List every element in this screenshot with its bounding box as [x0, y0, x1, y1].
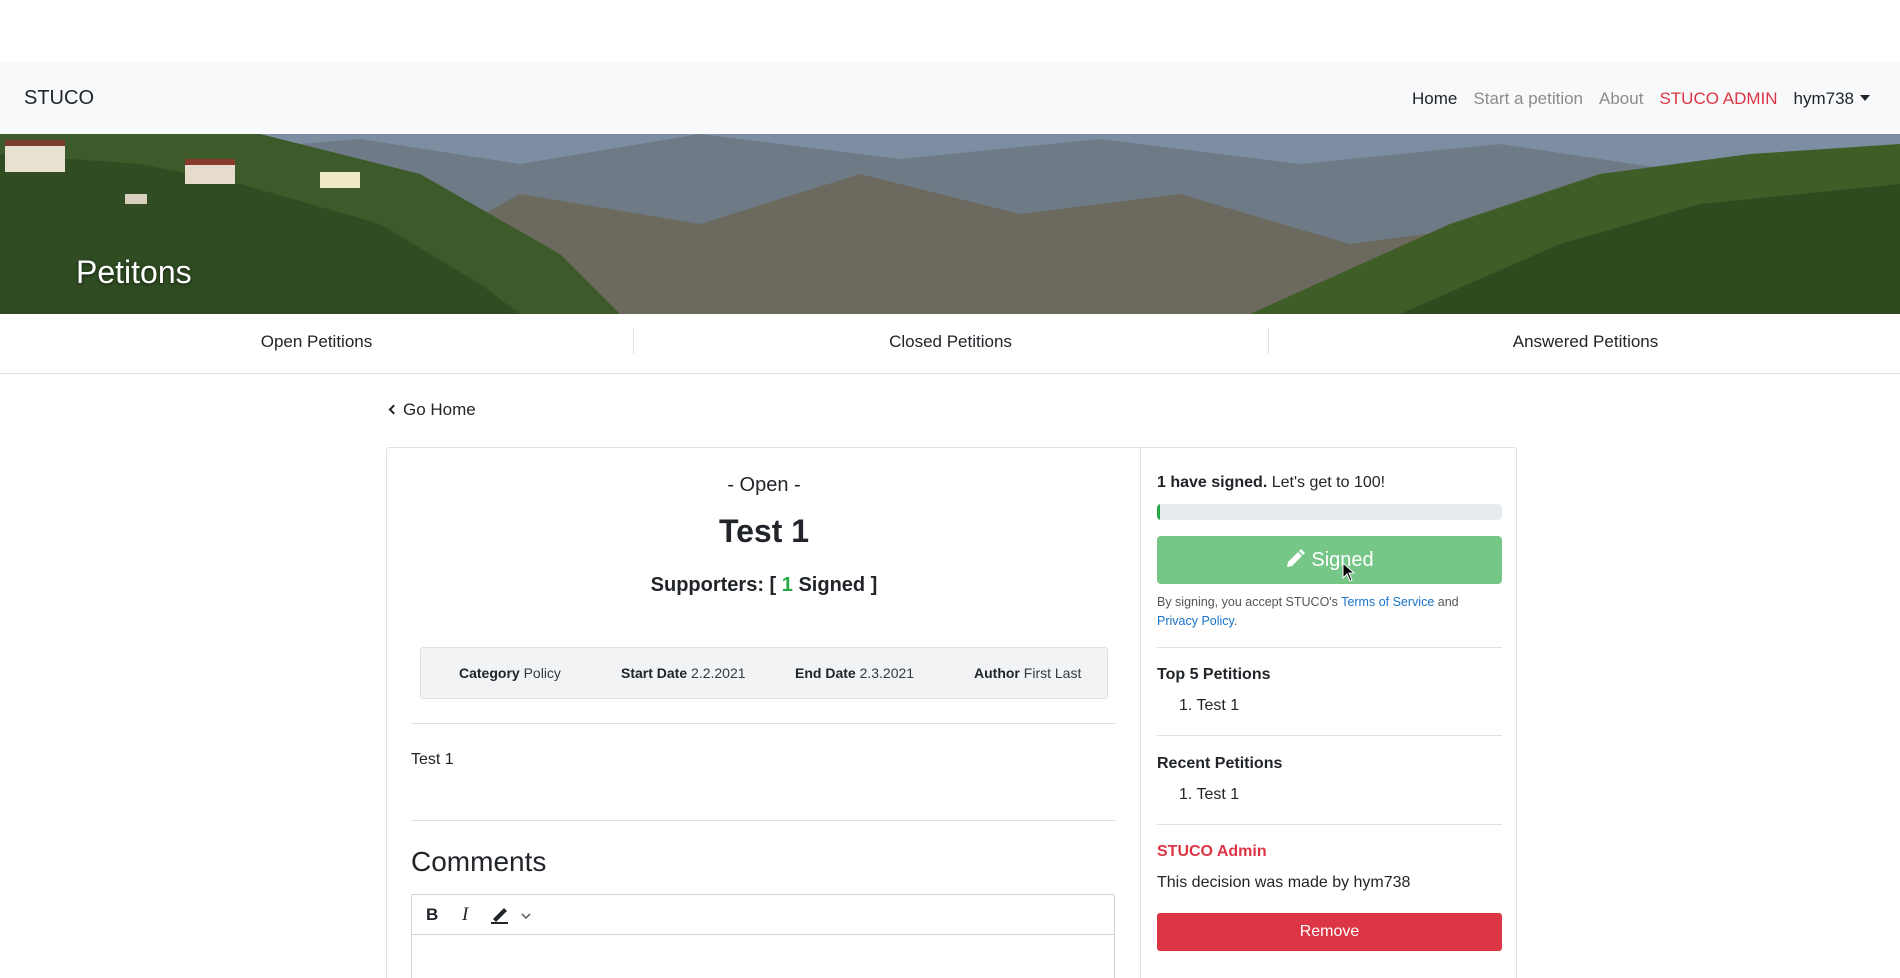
pen-icon [1287, 548, 1306, 567]
supporters-count: Supporters: [ 1 Signed ] [387, 574, 1141, 597]
stuco-admin-title: STUCO Admin [1157, 843, 1267, 860]
comment-editor[interactable]: B I [411, 894, 1115, 978]
privacy-policy-link[interactable]: Privacy Policy [1157, 614, 1234, 628]
petition-body: Test 1 [411, 751, 454, 768]
meta-author: Author First Last [974, 665, 1081, 681]
tab-open-petitions[interactable]: Open Petitions [0, 332, 633, 352]
divider [411, 820, 1115, 821]
divider [1157, 735, 1502, 736]
supporters-number: 1 [781, 574, 793, 596]
meta-category-value: Policy [523, 665, 561, 681]
petition-meta: Category Policy Start Date 2.2.2021 End … [420, 647, 1108, 699]
terms-and: and [1437, 595, 1459, 609]
petition-tabs: Open Petitions Closed Petitions Answered… [0, 314, 1900, 374]
signature-progress-bar [1157, 504, 1502, 520]
recent-title: Recent Petitions [1157, 755, 1283, 772]
highlight-pen-icon[interactable] [490, 906, 510, 929]
signed-progress-text: 1 have signed. Let's get to 100! [1157, 474, 1385, 492]
petition-sidebar: 1 have signed. Let's get to 100! Signed … [1141, 448, 1516, 978]
mountain-landscape-image [0, 134, 1900, 314]
terms-of-service-link[interactable]: Terms of Service [1341, 595, 1434, 609]
divider [1157, 824, 1502, 825]
nav-stuco-admin[interactable]: STUCO ADMIN [1659, 89, 1777, 109]
terms-prefix: By signing, you accept STUCO's [1157, 595, 1338, 609]
chevron-left-icon [388, 404, 399, 415]
signed-count-text: 1 have signed. [1157, 474, 1268, 491]
hero-title: Petitons [76, 254, 192, 290]
signed-button[interactable]: Signed [1157, 536, 1502, 584]
italic-button[interactable]: I [462, 904, 468, 926]
top5-item[interactable]: 1. Test 1 [1179, 697, 1239, 715]
nav-links: Home Start a petition About STUCO ADMIN … [1396, 89, 1870, 109]
decision-text: This decision was made by hym738 [1157, 874, 1411, 891]
nav-home[interactable]: Home [1412, 89, 1457, 109]
top5-item-label: Test 1 [1196, 697, 1240, 714]
editor-toolbar: B I [412, 895, 1114, 935]
meta-end-value: 2.3.2021 [859, 665, 915, 681]
progress-fill [1157, 504, 1161, 520]
bold-button[interactable]: B [426, 905, 438, 925]
meta-end-date: End Date 2.3.2021 [795, 665, 914, 681]
petition-status: - Open - [727, 474, 801, 496]
top-blank-area [0, 0, 1900, 63]
go-home-link[interactable]: Go Home [388, 400, 476, 420]
go-home-label: Go Home [403, 400, 476, 419]
tab-closed-petitions[interactable]: Closed Petitions [634, 332, 1267, 352]
petition-card: - Open - Test 1 Supporters: [ 1 Signed ]… [386, 447, 1517, 978]
tab-answered-petitions[interactable]: Answered Petitions [1269, 332, 1900, 352]
signed-goal-text: Let's get to 100! [1271, 474, 1386, 491]
divider [1157, 647, 1502, 648]
navbar: STUCO Home Start a petition About STUCO … [0, 63, 1900, 134]
meta-category: Category Policy [459, 665, 561, 681]
hero-banner: Petitons [0, 134, 1900, 314]
brand-logo[interactable]: STUCO [24, 87, 94, 110]
top5-title: Top 5 Petitions [1157, 666, 1271, 683]
comments-heading: Comments [411, 846, 547, 877]
remove-button[interactable]: Remove [1157, 913, 1502, 951]
terms-notice: By signing, you accept STUCO's Terms of … [1157, 595, 1459, 628]
nav-about[interactable]: About [1599, 89, 1643, 109]
supporters-suffix: Signed ] [798, 574, 878, 596]
meta-category-label: Category [459, 665, 520, 681]
caret-down-icon [1860, 94, 1870, 101]
chevron-down-icon[interactable] [520, 908, 532, 926]
meta-author-value: First Last [1023, 665, 1082, 681]
user-menu[interactable]: hym738 [1794, 89, 1870, 109]
user-name: hym738 [1793, 89, 1854, 108]
divider [411, 723, 1115, 724]
meta-start-value: 2.2.2021 [691, 665, 746, 681]
recent-item-label: Test 1 [1196, 786, 1240, 803]
petition-title: Test 1 [718, 513, 810, 549]
meta-end-label: End Date [795, 665, 856, 681]
meta-author-label: Author [974, 665, 1020, 681]
recent-item[interactable]: 1. Test 1 [1179, 786, 1239, 804]
meta-start-label: Start Date [621, 665, 688, 681]
mouse-cursor-icon [1342, 561, 1356, 587]
meta-start-date: Start Date 2.2.2021 [621, 665, 746, 681]
supporters-prefix: Supporters: [ [650, 574, 777, 596]
petition-detail: - Open - Test 1 Supporters: [ 1 Signed ]… [387, 448, 1141, 978]
nav-start-petition[interactable]: Start a petition [1473, 89, 1583, 109]
